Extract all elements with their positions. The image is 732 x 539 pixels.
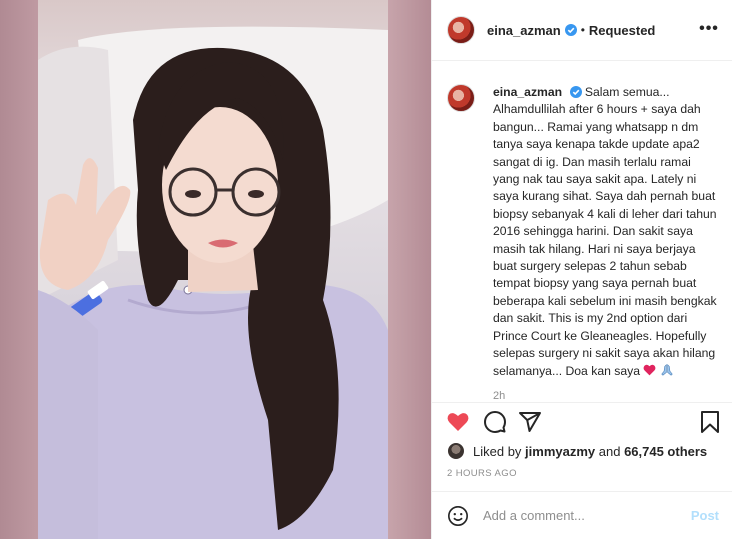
comments-section: eina_azman Salam semua... Alhamdullilah … bbox=[432, 62, 732, 402]
post-comment-button[interactable]: Post bbox=[691, 508, 719, 523]
caption-age: 2h bbox=[493, 389, 506, 402]
post-header: eina_azman • Requested ••• bbox=[432, 0, 732, 61]
post-media[interactable] bbox=[0, 0, 431, 539]
comment-input[interactable] bbox=[483, 508, 691, 523]
selfie-illustration bbox=[38, 26, 388, 539]
caption-author-avatar[interactable] bbox=[447, 84, 475, 112]
instagram-post-modal: eina_azman • Requested ••• eina_azman Sa… bbox=[0, 0, 732, 539]
author-username[interactable]: eina_azman bbox=[487, 23, 561, 38]
caption-body: Salam semua... Alhamdullilah after 6 hou… bbox=[493, 85, 717, 378]
caption-row: eina_azman Salam semua... Alhamdullilah … bbox=[447, 84, 719, 380]
caption-username[interactable]: eina_azman bbox=[493, 85, 562, 99]
media-letterbox-right bbox=[388, 0, 431, 539]
add-comment-bar: Post bbox=[432, 491, 732, 539]
first-liker-link[interactable]: jimmyazmy bbox=[525, 444, 595, 459]
media-letterbox-left bbox=[0, 0, 38, 539]
author-avatar[interactable] bbox=[447, 16, 475, 44]
comment-icon[interactable] bbox=[483, 410, 507, 434]
praying-hands-icon bbox=[661, 363, 673, 376]
header-separator-dot: • bbox=[580, 23, 585, 37]
red-heart-icon bbox=[643, 364, 656, 375]
likes-count-link[interactable]: 66,745 others bbox=[624, 444, 707, 459]
likes-conjunction: and bbox=[595, 443, 625, 459]
caption-text: eina_azman Salam semua... Alhamdullilah … bbox=[493, 84, 718, 380]
share-icon[interactable] bbox=[518, 410, 542, 434]
likes-prefix: Liked by bbox=[473, 443, 526, 459]
likes-summary: Liked by jimmyazmy and 66,745 others bbox=[447, 440, 707, 462]
emoji-smiley-icon[interactable] bbox=[447, 505, 469, 527]
follow-status-button[interactable]: Requested bbox=[589, 23, 655, 38]
post-actions-bar bbox=[432, 402, 732, 440]
likes-text: Liked by jimmyazmy and 66,745 others bbox=[473, 444, 707, 459]
liker-avatar[interactable] bbox=[447, 442, 465, 460]
verified-badge-icon bbox=[564, 24, 577, 36]
more-horizontal-icon[interactable]: ••• bbox=[699, 21, 719, 40]
verified-badge-icon bbox=[569, 86, 582, 98]
post-timestamp[interactable]: 2 HOURS AGO bbox=[447, 468, 517, 479]
post-side-panel: eina_azman • Requested ••• eina_azman Sa… bbox=[431, 0, 732, 539]
post-photo bbox=[38, 0, 388, 539]
like-heart-icon[interactable] bbox=[446, 410, 470, 434]
save-bookmark-icon[interactable] bbox=[698, 410, 722, 434]
